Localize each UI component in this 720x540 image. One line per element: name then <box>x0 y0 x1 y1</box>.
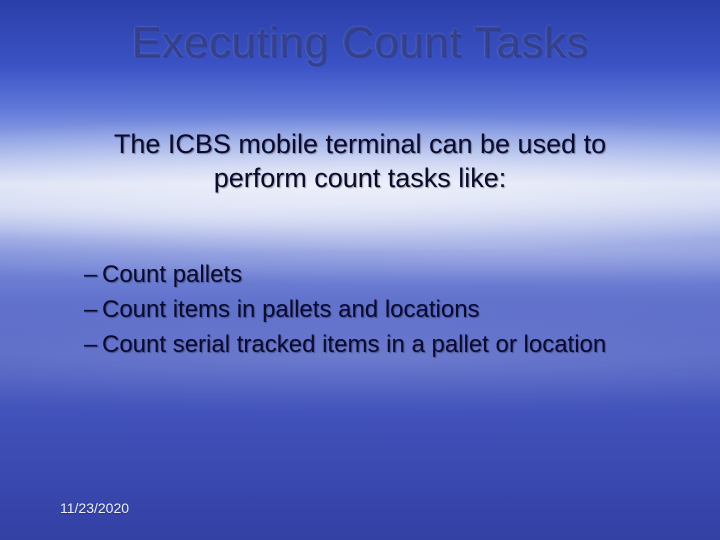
footer-date: 11/23/2020 <box>60 500 129 516</box>
bullet-dash: – <box>84 328 102 363</box>
bullet-item: –Count items in pallets and locations <box>84 293 680 328</box>
bullet-text: Count items in pallets and locations <box>102 296 480 323</box>
bullet-item: –Count pallets <box>84 258 680 293</box>
bullet-list: –Count pallets –Count items in pallets a… <box>84 258 680 362</box>
slide: Executing Count Tasks The ICBS mobile te… <box>0 0 720 540</box>
subtitle-line-1: The ICBS mobile terminal can be used to <box>114 129 606 159</box>
bullet-dash: – <box>84 258 102 293</box>
subtitle-line-2: perform count tasks like: <box>214 163 507 193</box>
bullet-text: Count pallets <box>102 261 242 288</box>
bullet-text: Count serial tracked items in a pallet o… <box>102 331 606 358</box>
slide-subtitle: The ICBS mobile terminal can be used to … <box>60 128 660 196</box>
slide-title: Executing Count Tasks <box>0 18 720 68</box>
bullet-item: –Count serial tracked items in a pallet … <box>84 328 680 363</box>
bullet-dash: – <box>84 293 102 328</box>
